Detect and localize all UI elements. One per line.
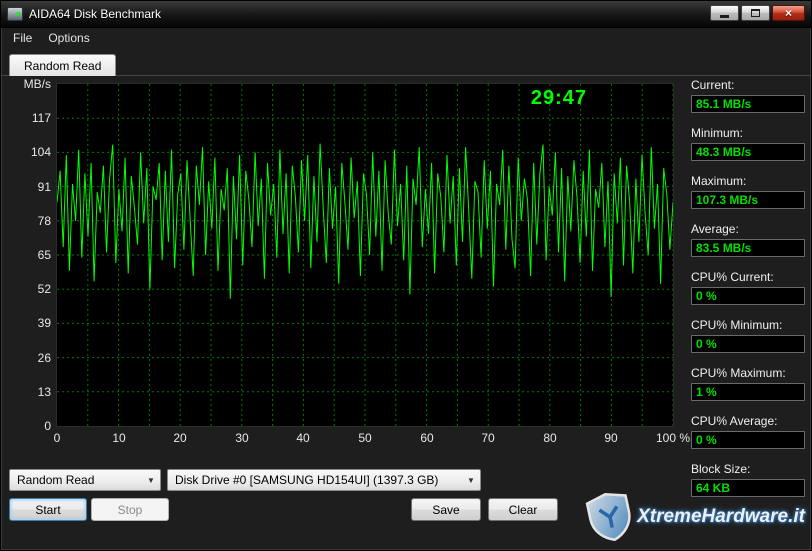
xtremehardware-shield-icon (583, 488, 636, 546)
stat-cpu-maximum: CPU% Maximum: 1 % (691, 366, 805, 401)
y-tick-label: 52 (9, 282, 51, 296)
y-tick-label: 104 (9, 145, 51, 159)
window-title: AIDA64 Disk Benchmark (29, 7, 161, 21)
x-tick-label: 20 (173, 431, 186, 445)
app-icon (7, 7, 23, 21)
stats-panel: Current: 85.1 MB/s Minimum: 48.3 MB/s Ma… (691, 78, 805, 510)
stat-cpu-minimum: CPU% Minimum: 0 % (691, 318, 805, 353)
x-tick-label: 70 (481, 431, 494, 445)
stat-label: Minimum: (691, 126, 805, 140)
watermark-xtremehardware: XtremeHardware.it (588, 492, 805, 542)
stat-value: 0 % (691, 335, 805, 353)
x-tick-label: 0 (54, 431, 61, 445)
y-tick-label: 0 (9, 419, 51, 433)
x-tick-label: 90 (604, 431, 617, 445)
chevron-down-icon: ▼ (142, 470, 160, 490)
start-button[interactable]: Start (9, 498, 87, 521)
drive-select-value: Disk Drive #0 [SAMSUNG HD154UI] (1397.3 … (175, 473, 438, 487)
menu-options[interactable]: Options (40, 29, 97, 47)
stat-label: Current: (691, 78, 805, 92)
stat-label: Block Size: (691, 462, 805, 476)
y-axis-unit-label: MB/s (9, 77, 51, 91)
drive-select[interactable]: Disk Drive #0 [SAMSUNG HD154UI] (1397.3 … (167, 469, 481, 491)
x-tick-label: 100 % (656, 431, 690, 445)
y-tick-label: 39 (9, 316, 51, 330)
stat-value: 0 % (691, 287, 805, 305)
x-axis-labels: 0102030405060708090100 % (57, 431, 673, 447)
chevron-down-icon: ▼ (462, 470, 480, 490)
maximize-button[interactable] (741, 5, 770, 21)
save-button[interactable]: Save (411, 498, 481, 521)
chart-plot-area (57, 84, 673, 426)
stat-current: Current: 85.1 MB/s (691, 78, 805, 113)
clear-button[interactable]: Clear (488, 498, 558, 521)
stop-button: Stop (91, 498, 169, 521)
tab-random-read[interactable]: Random Read (9, 54, 116, 76)
y-tick-label: 26 (9, 351, 51, 365)
stat-value: 1 % (691, 383, 805, 401)
elapsed-timer: 29:47 (531, 87, 587, 110)
x-tick-label: 50 (358, 431, 371, 445)
y-tick-label: 117 (9, 111, 51, 125)
stat-label: CPU% Current: (691, 270, 805, 284)
x-tick-label: 60 (420, 431, 433, 445)
maximize-icon (751, 9, 760, 17)
stat-value: 107.3 MB/s (691, 191, 805, 209)
y-axis-labels: MB/s117104917865523926130 (9, 84, 51, 426)
stat-label: CPU% Maximum: (691, 366, 805, 380)
y-tick-label: 91 (9, 180, 51, 194)
y-tick-label: 78 (9, 214, 51, 228)
stat-value: 83.5 MB/s (691, 239, 805, 257)
y-tick-label: 13 (9, 385, 51, 399)
stat-cpu-average: CPU% Average: 0 % (691, 414, 805, 449)
watermark-text: XtremeHardware.it (637, 506, 805, 528)
window-controls: × (710, 5, 805, 21)
stat-maximum: Maximum: 107.3 MB/s (691, 174, 805, 209)
stat-label: Average: (691, 222, 805, 236)
minimize-button[interactable] (710, 5, 739, 21)
stat-average: Average: 83.5 MB/s (691, 222, 805, 257)
tab-strip-line (1, 75, 811, 76)
close-button[interactable]: × (772, 5, 805, 21)
stat-label: Maximum: (691, 174, 805, 188)
minimize-icon (720, 15, 729, 18)
stat-label: CPU% Average: (691, 414, 805, 428)
stat-value: 0 % (691, 431, 805, 449)
menu-bar: File Options (1, 28, 811, 48)
benchmark-type-select[interactable]: Random Read ▼ (9, 469, 161, 491)
stat-minimum: Minimum: 48.3 MB/s (691, 126, 805, 161)
x-tick-label: 40 (296, 431, 309, 445)
benchmark-type-value: Random Read (17, 473, 94, 487)
aida64-disk-benchmark-window: AIDA64 Disk Benchmark × File Options Ran… (0, 0, 812, 551)
stat-value: 85.1 MB/s (691, 95, 805, 113)
titlebar: AIDA64 Disk Benchmark × (1, 1, 811, 28)
stat-label: CPU% Minimum: (691, 318, 805, 332)
stat-cpu-current: CPU% Current: 0 % (691, 270, 805, 305)
x-tick-label: 80 (543, 431, 556, 445)
stat-value: 48.3 MB/s (691, 143, 805, 161)
benchmark-chart: MB/s 117 104 91 78 65 52 39 26 13 0 29:47 0 10 20 30 4… (9, 79, 687, 451)
x-tick-label: 10 (112, 431, 125, 445)
x-tick-label: 30 (235, 431, 248, 445)
y-tick-label: 65 (9, 248, 51, 262)
menu-file[interactable]: File (5, 29, 40, 47)
